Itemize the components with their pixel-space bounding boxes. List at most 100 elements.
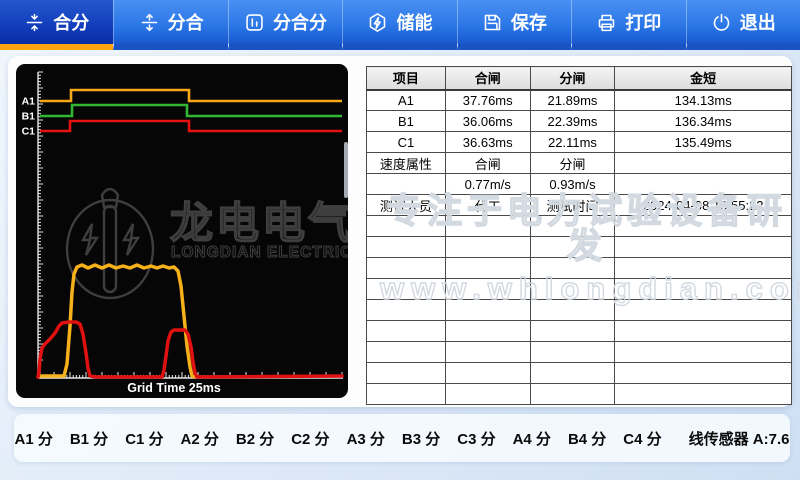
tab-label: 合分 — [53, 9, 89, 35]
grid-time-label: Grid Time 25ms — [127, 381, 221, 395]
table-cell: 134.13ms — [615, 90, 792, 111]
table-cell: 135.49ms — [615, 132, 792, 153]
table-cell: 21.89ms — [530, 90, 615, 111]
table-cell — [445, 384, 530, 405]
table-cell — [615, 258, 792, 279]
table-cell — [615, 342, 792, 363]
table-header-row: 项目合闸分闸金短 — [367, 67, 792, 90]
table-cell: 代工 — [445, 195, 530, 216]
phase-status: A1 分 — [15, 428, 53, 449]
tab-close-open[interactable]: 合分 — [0, 0, 113, 50]
results-table: 项目合闸分闸金短 A137.76ms21.89ms134.13msB136.06… — [366, 66, 792, 405]
table-cell: 测试时间 — [530, 195, 615, 216]
table-cell: 分闸 — [530, 153, 615, 174]
close-icon — [24, 12, 45, 33]
table-cell: 136.34ms — [615, 111, 792, 132]
table-cell: B1 — [367, 111, 446, 132]
table-row: B136.06ms22.39ms136.34ms — [367, 111, 792, 132]
table-cell: 0.93m/s — [530, 174, 615, 195]
svg-text:C1: C1 — [22, 126, 36, 138]
table-cell — [445, 279, 530, 300]
table-cell — [445, 342, 530, 363]
phase-status: A3 分 — [347, 428, 385, 449]
table-cell — [615, 216, 792, 237]
table-cell — [615, 153, 792, 174]
column-header: 合闸 — [445, 67, 530, 90]
table-cell — [367, 279, 446, 300]
table-row — [367, 279, 792, 300]
table-cell — [615, 384, 792, 405]
tab-label: 退出 — [740, 9, 776, 35]
watermark-divider — [344, 142, 348, 198]
table-cell — [445, 258, 530, 279]
tab-energy-storage[interactable]: 储能 — [342, 0, 456, 50]
table-cell — [530, 300, 615, 321]
column-header: 项目 — [367, 67, 446, 90]
phase-status: C4 分 — [623, 428, 661, 449]
table-cell — [367, 300, 446, 321]
waveform-chart-panel: 龙电电气LONGDIAN ELECTRIC A1 B1 C1 Grid Time 25m… — [16, 64, 348, 398]
table-cell: 36.63ms — [445, 132, 530, 153]
phase-status: B4 分 — [568, 428, 606, 449]
table-cell — [530, 363, 615, 384]
phase-status: C3 分 — [457, 428, 495, 449]
tab-label: 保存 — [511, 9, 547, 35]
svg-text:LONGDIAN ELECTRIC: LONGDIAN ELECTRIC — [171, 244, 348, 261]
table-cell — [615, 174, 792, 195]
table-cell: 22.11ms — [530, 132, 615, 153]
table-cell — [530, 216, 615, 237]
table-cell: A1 — [367, 90, 446, 111]
tab-close-open-close[interactable]: 分合分 — [228, 0, 342, 50]
tab-print[interactable]: 打印 — [571, 0, 685, 50]
digital-trace-A1 — [40, 90, 342, 101]
table-cell — [615, 363, 792, 384]
svg-text:A1: A1 — [22, 96, 36, 108]
table-cell: 0.77m/s — [445, 174, 530, 195]
digital-trace-C1 — [40, 121, 342, 131]
svg-text:B1: B1 — [22, 111, 36, 123]
column-header: 分闸 — [530, 67, 615, 90]
table-cell: 2024-04-08 15:55:22 — [615, 195, 792, 216]
phase-status: B3 分 — [402, 428, 440, 449]
tab-label: 储能 — [396, 9, 432, 35]
table-row: 0.77m/s0.93m/s — [367, 174, 792, 195]
print-icon — [596, 12, 617, 33]
table-cell: 37.76ms — [445, 90, 530, 111]
tab-label: 分合分 — [273, 9, 327, 35]
power-icon — [711, 12, 732, 33]
table-row — [367, 384, 792, 405]
table-row — [367, 258, 792, 279]
tab-open-close[interactable]: 分合 — [113, 0, 227, 50]
svg-text:龙电电气: 龙电电气 — [170, 200, 348, 248]
table-cell: 合闸 — [445, 153, 530, 174]
table-cell — [615, 321, 792, 342]
line-sensor-value: 线传感器 A:7.6 — [689, 428, 790, 449]
main-card: 龙电电气LONGDIAN ELECTRICA1B1C1Grid Time 25m… — [8, 56, 792, 407]
table-cell: 22.39ms — [530, 111, 615, 132]
table-cell — [367, 258, 446, 279]
table-cell — [530, 384, 615, 405]
table-cell — [367, 342, 446, 363]
table-row — [367, 342, 792, 363]
table-row — [367, 363, 792, 384]
status-bar: A1 分B1 分C1 分A2 分B2 分C2 分A3 分B3 分C3 分A4 分… — [14, 414, 790, 462]
tab-label: 打印 — [625, 9, 661, 35]
phase-status: A2 分 — [181, 428, 219, 449]
table-row: 速度属性合闸分闸 — [367, 153, 792, 174]
open-icon — [139, 12, 160, 33]
table-row — [367, 216, 792, 237]
table-cell — [367, 216, 446, 237]
energy-icon — [367, 12, 388, 33]
tab-save[interactable]: 保存 — [457, 0, 571, 50]
table-row: 测试人员代工测试时间2024-04-08 15:55:22 — [367, 195, 792, 216]
tab-label: 分合 — [168, 9, 204, 35]
table-cell — [530, 321, 615, 342]
table-cell — [615, 237, 792, 258]
table-cell — [445, 363, 530, 384]
tab-exit[interactable]: 退出 — [686, 0, 800, 50]
phase-status: A4 分 — [513, 428, 551, 449]
brand-logo-watermark: 龙电电气LONGDIAN ELECTRIC — [67, 189, 348, 298]
phase-status: B2 分 — [236, 428, 274, 449]
cycle-icon — [244, 12, 265, 33]
table-cell — [367, 321, 446, 342]
